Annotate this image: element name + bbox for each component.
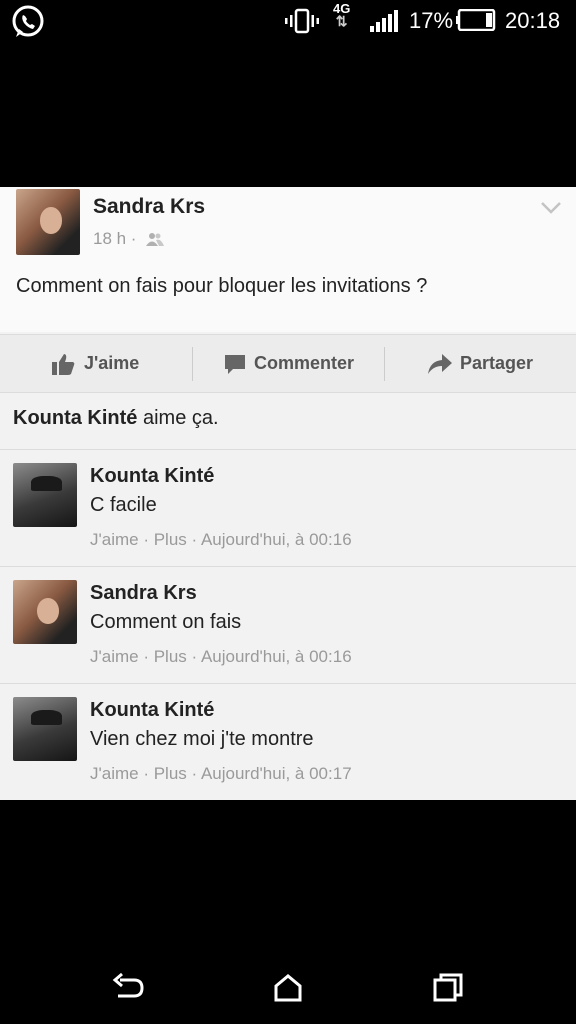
comment-text: Comment on fais bbox=[90, 611, 242, 633]
clock: 20:18 bbox=[505, 8, 561, 33]
post-card: Sandra Krs 18 h · Comment on fais pour b… bbox=[0, 187, 576, 800]
likes-summary[interactable]: Kounta Kinté aime ça. bbox=[0, 392, 576, 450]
likes-suffix: aime ça. bbox=[137, 407, 219, 429]
meta-separator: · bbox=[186, 647, 201, 666]
navigation-bar bbox=[0, 960, 576, 1016]
comment-author[interactable]: Kounta Kinté bbox=[90, 465, 214, 488]
commenter-avatar[interactable] bbox=[13, 697, 77, 761]
comment-more-link[interactable]: Plus bbox=[154, 764, 187, 783]
comment-time: Aujourd'hui, à 00:17 bbox=[200, 764, 352, 783]
comment-author[interactable]: Sandra Krs bbox=[90, 582, 197, 605]
share-button[interactable]: Partager bbox=[428, 335, 533, 392]
comment-meta: J'aime · Plus · Aujourd'hui, à 00:17 bbox=[90, 764, 352, 784]
comment-item: Sandra Krs Comment on fais J'aime · Plus… bbox=[0, 567, 576, 684]
comment-item: Kounta Kinté Vien chez moi j'te montre J… bbox=[0, 684, 576, 800]
divider bbox=[384, 347, 385, 381]
recent-apps-icon[interactable] bbox=[430, 970, 466, 1006]
chevron-down-icon[interactable] bbox=[540, 201, 562, 215]
comment-time: Aujourd'hui, à 00:16 bbox=[200, 647, 352, 666]
divider bbox=[192, 347, 193, 381]
whatsapp-icon bbox=[12, 5, 44, 37]
meta-separator: · bbox=[138, 647, 154, 666]
vibrate-icon bbox=[285, 8, 319, 34]
thumbs-up-icon bbox=[52, 353, 75, 375]
comment-meta: J'aime · Plus · Aujourd'hui, à 00:16 bbox=[90, 647, 352, 667]
post-text: Comment on fais pour bloquer les invitat… bbox=[16, 275, 428, 297]
liker-name[interactable]: Kounta Kinté bbox=[13, 407, 137, 429]
comment-like-link[interactable]: J'aime bbox=[90, 764, 139, 783]
meta-separator: · bbox=[138, 530, 154, 549]
comment-meta: J'aime · Plus · Aujourd'hui, à 00:16 bbox=[90, 530, 352, 550]
post-actions: J'aime Commenter Partager bbox=[0, 334, 576, 393]
comment-text: C facile bbox=[90, 494, 157, 516]
battery-icon bbox=[456, 9, 496, 31]
comment-item: Kounta Kinté C facile J'aime · Plus · Au… bbox=[0, 450, 576, 567]
comment-icon bbox=[225, 354, 245, 374]
home-icon[interactable] bbox=[270, 970, 306, 1006]
comment-author[interactable]: Kounta Kinté bbox=[90, 699, 214, 722]
battery-percent: 17% bbox=[409, 8, 454, 33]
share-icon bbox=[428, 353, 452, 374]
network-type: 4G ⇅ bbox=[333, 1, 351, 29]
comment-time: Aujourd'hui, à 00:16 bbox=[200, 530, 352, 549]
comment-text: Vien chez moi j'te montre bbox=[90, 728, 314, 750]
meta-separator: · bbox=[186, 764, 201, 783]
post-header: Sandra Krs 18 h · Comment on fais pour b… bbox=[0, 187, 576, 332]
like-label: J'aime bbox=[84, 353, 140, 373]
author-avatar[interactable] bbox=[16, 189, 80, 255]
post-author-name[interactable]: Sandra Krs bbox=[93, 195, 205, 219]
share-label: Partager bbox=[460, 353, 534, 373]
meta-separator: · bbox=[138, 764, 154, 783]
comment-like-link[interactable]: J'aime bbox=[90, 530, 139, 549]
status-bar: 4G ⇅ 17% 20:18 bbox=[0, 0, 576, 44]
like-button[interactable]: J'aime bbox=[52, 335, 139, 392]
meta-separator: · bbox=[186, 530, 201, 549]
commenter-avatar[interactable] bbox=[13, 463, 77, 527]
comment-more-link[interactable]: Plus bbox=[154, 647, 187, 666]
comment-button[interactable]: Commenter bbox=[224, 335, 354, 392]
comment-label: Commenter bbox=[254, 353, 355, 373]
commenter-avatar[interactable] bbox=[13, 580, 77, 644]
back-icon[interactable] bbox=[110, 970, 146, 1006]
post-timestamp: 18 h · bbox=[93, 229, 137, 248]
signal-icon bbox=[370, 10, 398, 32]
comment-more-link[interactable]: Plus bbox=[154, 530, 187, 549]
friends-icon bbox=[146, 233, 164, 246]
comment-like-link[interactable]: J'aime bbox=[90, 647, 139, 666]
